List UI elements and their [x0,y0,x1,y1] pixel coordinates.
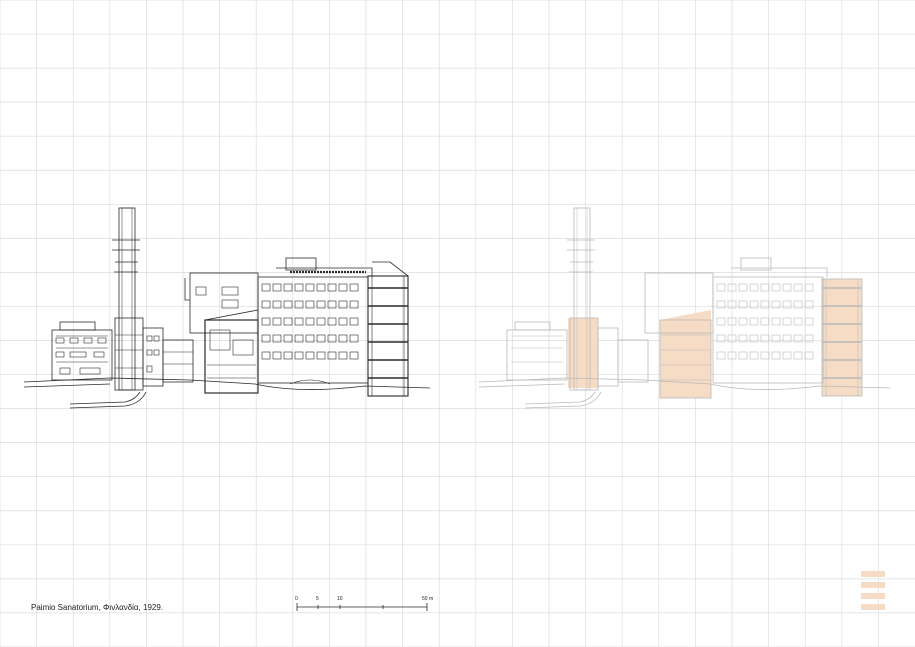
legend-swatch [861,571,885,577]
legend-swatch [861,582,885,588]
scale-bar: 0 5 10 50 m [295,596,433,611]
highlight-areas [568,279,862,398]
drawing-sheet: 0 5 10 50 m [0,0,915,647]
background-grid [0,0,915,647]
legend-swatch [861,604,885,610]
scale-label-10: 10 [337,596,343,602]
scale-label-0: 0 [295,596,298,602]
drawing-caption: Paimio Sanatorium, Φινλανδία, 1929. [31,603,164,612]
legend-swatch [861,593,885,599]
legend-swatches [861,571,885,610]
scale-label-50: 50 m [422,596,433,602]
scale-label-5: 5 [316,596,319,602]
